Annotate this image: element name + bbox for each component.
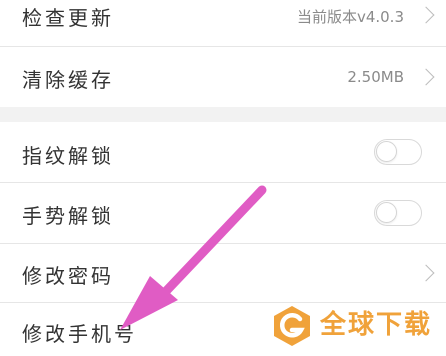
watermark-url: www.qq241.com bbox=[320, 336, 427, 350]
watermark-logo-icon bbox=[274, 306, 310, 346]
arrow-icon bbox=[120, 185, 267, 330]
site-watermark: 全球下载 www.qq241.com bbox=[266, 300, 446, 356]
